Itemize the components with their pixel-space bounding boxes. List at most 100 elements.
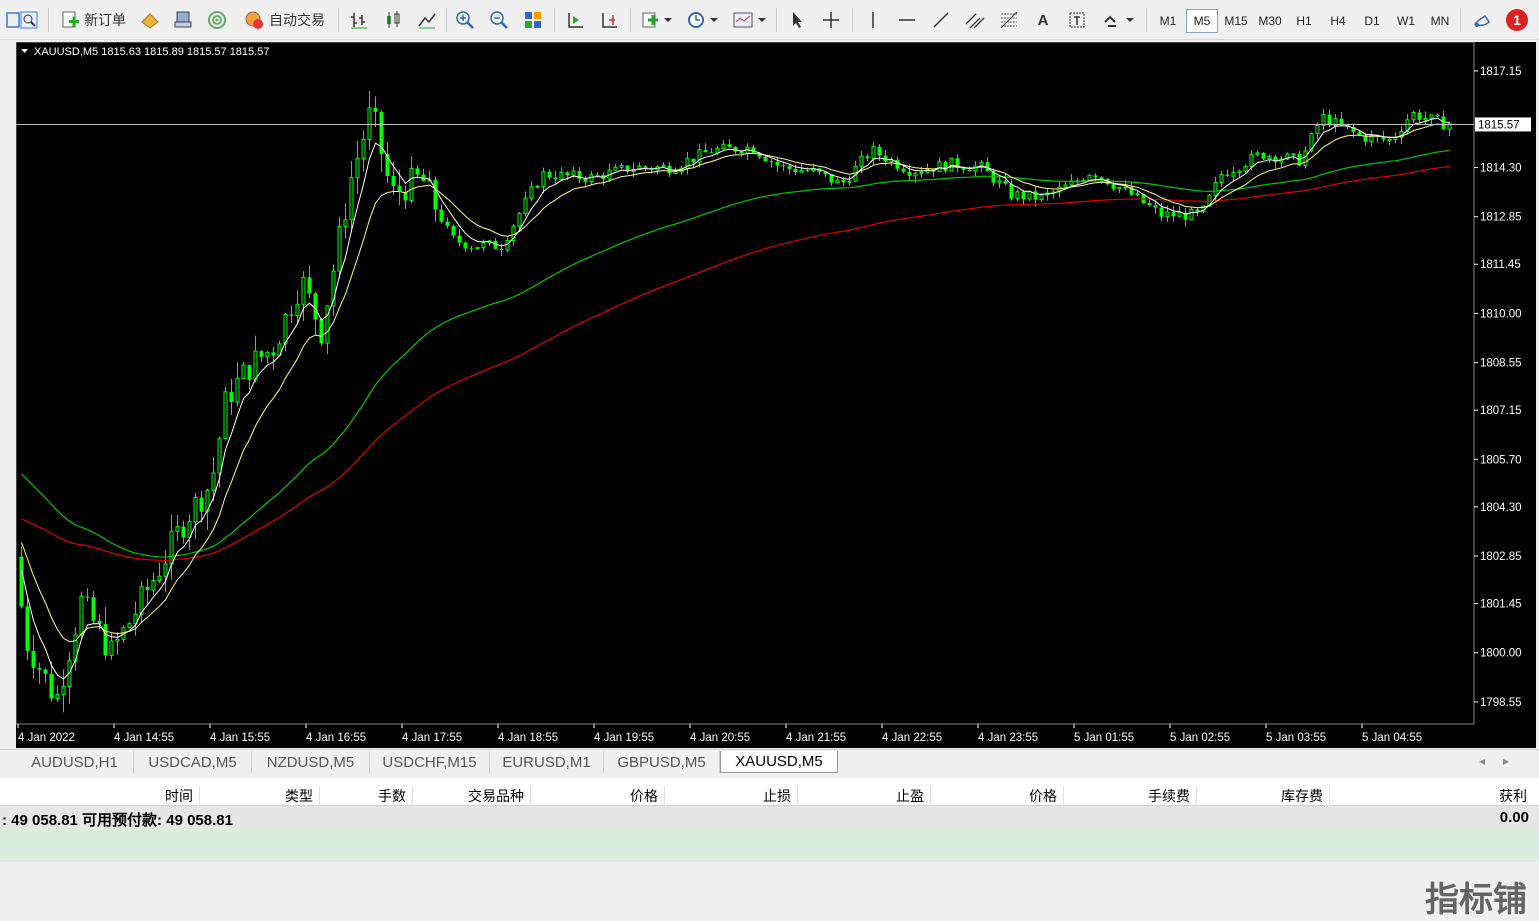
- candle-body-bull: [715, 148, 720, 154]
- price-tick-label: 1808.55: [1480, 358, 1522, 370]
- candle-body-bear: [1357, 131, 1362, 136]
- time-tick-label: 4 Jan 17:55: [402, 732, 462, 744]
- timeframe-m1[interactable]: M1: [1152, 9, 1184, 33]
- column-header[interactable]: 价格: [531, 786, 665, 806]
- candle-body-bull: [1429, 114, 1434, 119]
- chart-shift-icon[interactable]: [596, 6, 622, 34]
- equidistant-channel-icon[interactable]: [962, 6, 988, 34]
- bar-chart-icon[interactable]: [346, 6, 372, 34]
- candle-body-bull: [571, 170, 576, 176]
- column-header[interactable]: 库存费: [1197, 786, 1330, 806]
- tab-usdchf-m15[interactable]: USDCHF,M15: [370, 751, 490, 773]
- crosshair-icon[interactable]: [818, 6, 844, 34]
- chart-info-line: XAUUSD,M5 1815.63 1815.89 1815.57 1815.5…: [34, 46, 269, 58]
- column-header[interactable]: 手数: [320, 786, 413, 806]
- candle-body-bear: [31, 650, 36, 668]
- candle-body-bear: [985, 162, 990, 172]
- timeframe-mn[interactable]: MN: [1424, 9, 1456, 33]
- column-header[interactable]: 获利: [1330, 786, 1533, 806]
- candle-body-bull: [1423, 117, 1428, 121]
- candle-body-bull: [343, 219, 348, 227]
- tab-scroll-arrows[interactable]: ◂▸: [1479, 754, 1527, 768]
- tile-windows-icon[interactable]: [520, 6, 546, 34]
- timeframe-w1[interactable]: W1: [1390, 9, 1422, 33]
- candle-body-bull: [1291, 153, 1296, 156]
- column-header[interactable]: 止损: [665, 786, 798, 806]
- column-header[interactable]: 价格: [931, 786, 1064, 806]
- candle-body-bull: [505, 239, 510, 251]
- candle-body-bull: [163, 563, 168, 577]
- timeframe-d1[interactable]: D1: [1356, 9, 1388, 33]
- candle-body-bull: [1255, 152, 1260, 155]
- column-header[interactable]: 时间: [0, 786, 200, 806]
- price-tick-label: 1800.00: [1480, 648, 1522, 660]
- chart-canvas[interactable]: XAUUSD,M5 1815.63 1815.89 1815.57 1815.5…: [15, 41, 1536, 748]
- candle-body-bull: [211, 472, 216, 491]
- cursor-icon[interactable]: [784, 6, 810, 34]
- periods-dropdown[interactable]: [682, 6, 722, 34]
- notifications-button[interactable]: 1: [1502, 6, 1532, 34]
- new-order-button[interactable]: 新订单: [56, 6, 130, 34]
- tab-gbpusd-m5[interactable]: GBPUSD,M5: [604, 751, 720, 773]
- candle-body-bull: [193, 497, 198, 523]
- candle-body-bull: [1189, 208, 1194, 221]
- candle-body-bear: [1273, 156, 1278, 163]
- candle-body-bull: [217, 438, 222, 474]
- autotrade-button[interactable]: 自动交易: [238, 6, 330, 34]
- timeframe-m5[interactable]: M5: [1186, 9, 1218, 33]
- candle-body-bear: [643, 166, 648, 168]
- arrows-dropdown[interactable]: [1098, 6, 1138, 34]
- fibonacci-icon[interactable]: [996, 6, 1022, 34]
- column-header[interactable]: 止盈: [798, 786, 931, 806]
- candle-body-bear: [547, 171, 552, 178]
- column-header[interactable]: 交易品种: [413, 786, 531, 806]
- candle-body-bull: [1249, 153, 1254, 168]
- zoom-out-icon[interactable]: [486, 6, 512, 34]
- candle-body-bull: [265, 351, 270, 358]
- tab-audusd-h1[interactable]: AUDUSD,H1: [16, 751, 134, 773]
- tab-usdcad-m5[interactable]: USDCAD,M5: [134, 751, 252, 773]
- price-chart[interactable]: XAUUSD,M5 1815.63 1815.89 1815.57 1815.5…: [15, 41, 1536, 748]
- candle-body-bull: [859, 155, 864, 167]
- candlestick-icon[interactable]: [380, 6, 406, 34]
- candle-body-bull: [1165, 211, 1170, 218]
- templates-dropdown[interactable]: [728, 6, 770, 34]
- tools-icon[interactable]: [1468, 6, 1496, 34]
- signals-icon[interactable]: [204, 6, 230, 34]
- candle-body-bear: [1099, 177, 1104, 179]
- timeframe-h4[interactable]: H4: [1322, 9, 1354, 33]
- market-watch-icon[interactable]: [137, 6, 163, 34]
- horizontal-line-icon[interactable]: [894, 6, 920, 34]
- zoom-chart-icon[interactable]: [16, 6, 42, 34]
- price-tick-label: 1811.45: [1480, 259, 1521, 271]
- candle-body-bear: [781, 165, 786, 167]
- line-chart-icon[interactable]: [414, 6, 440, 34]
- time-tick-label: 4 Jan 2022: [18, 732, 75, 744]
- tab-xauusd-m5[interactable]: XAUUSD,M5: [720, 751, 838, 773]
- indicators-dropdown[interactable]: [636, 6, 676, 34]
- candle-body-bear: [289, 314, 294, 316]
- text-icon[interactable]: A: [1030, 6, 1056, 34]
- trendline-icon[interactable]: [928, 6, 954, 34]
- timeframe-h1[interactable]: H1: [1288, 9, 1320, 33]
- tab-nzdusd-m5[interactable]: NZDUSD,M5: [252, 751, 370, 773]
- candle-body-bull: [871, 146, 876, 159]
- candle-body-bull: [301, 276, 306, 305]
- data-window-icon[interactable]: [170, 6, 196, 34]
- candle-body-bear: [43, 669, 48, 674]
- text-label-icon[interactable]: [1064, 6, 1090, 34]
- profit-total: 0.00: [1499, 809, 1529, 826]
- candle-body-bear: [373, 107, 378, 112]
- vertical-line-icon[interactable]: [860, 6, 886, 34]
- column-header[interactable]: 手续费: [1064, 786, 1197, 806]
- candle-body-bull: [409, 167, 414, 201]
- timeframe-m30[interactable]: M30: [1254, 9, 1286, 33]
- candle-body-bear: [727, 144, 732, 147]
- column-header[interactable]: 类型: [200, 786, 320, 806]
- auto-scroll-icon[interactable]: [562, 6, 588, 34]
- candle-body-bear: [961, 168, 966, 171]
- candle-body-bear: [37, 667, 42, 670]
- tab-eurusd-m1[interactable]: EURUSD,M1: [490, 751, 604, 773]
- timeframe-m15[interactable]: M15: [1220, 9, 1252, 33]
- zoom-in-icon[interactable]: [452, 6, 478, 34]
